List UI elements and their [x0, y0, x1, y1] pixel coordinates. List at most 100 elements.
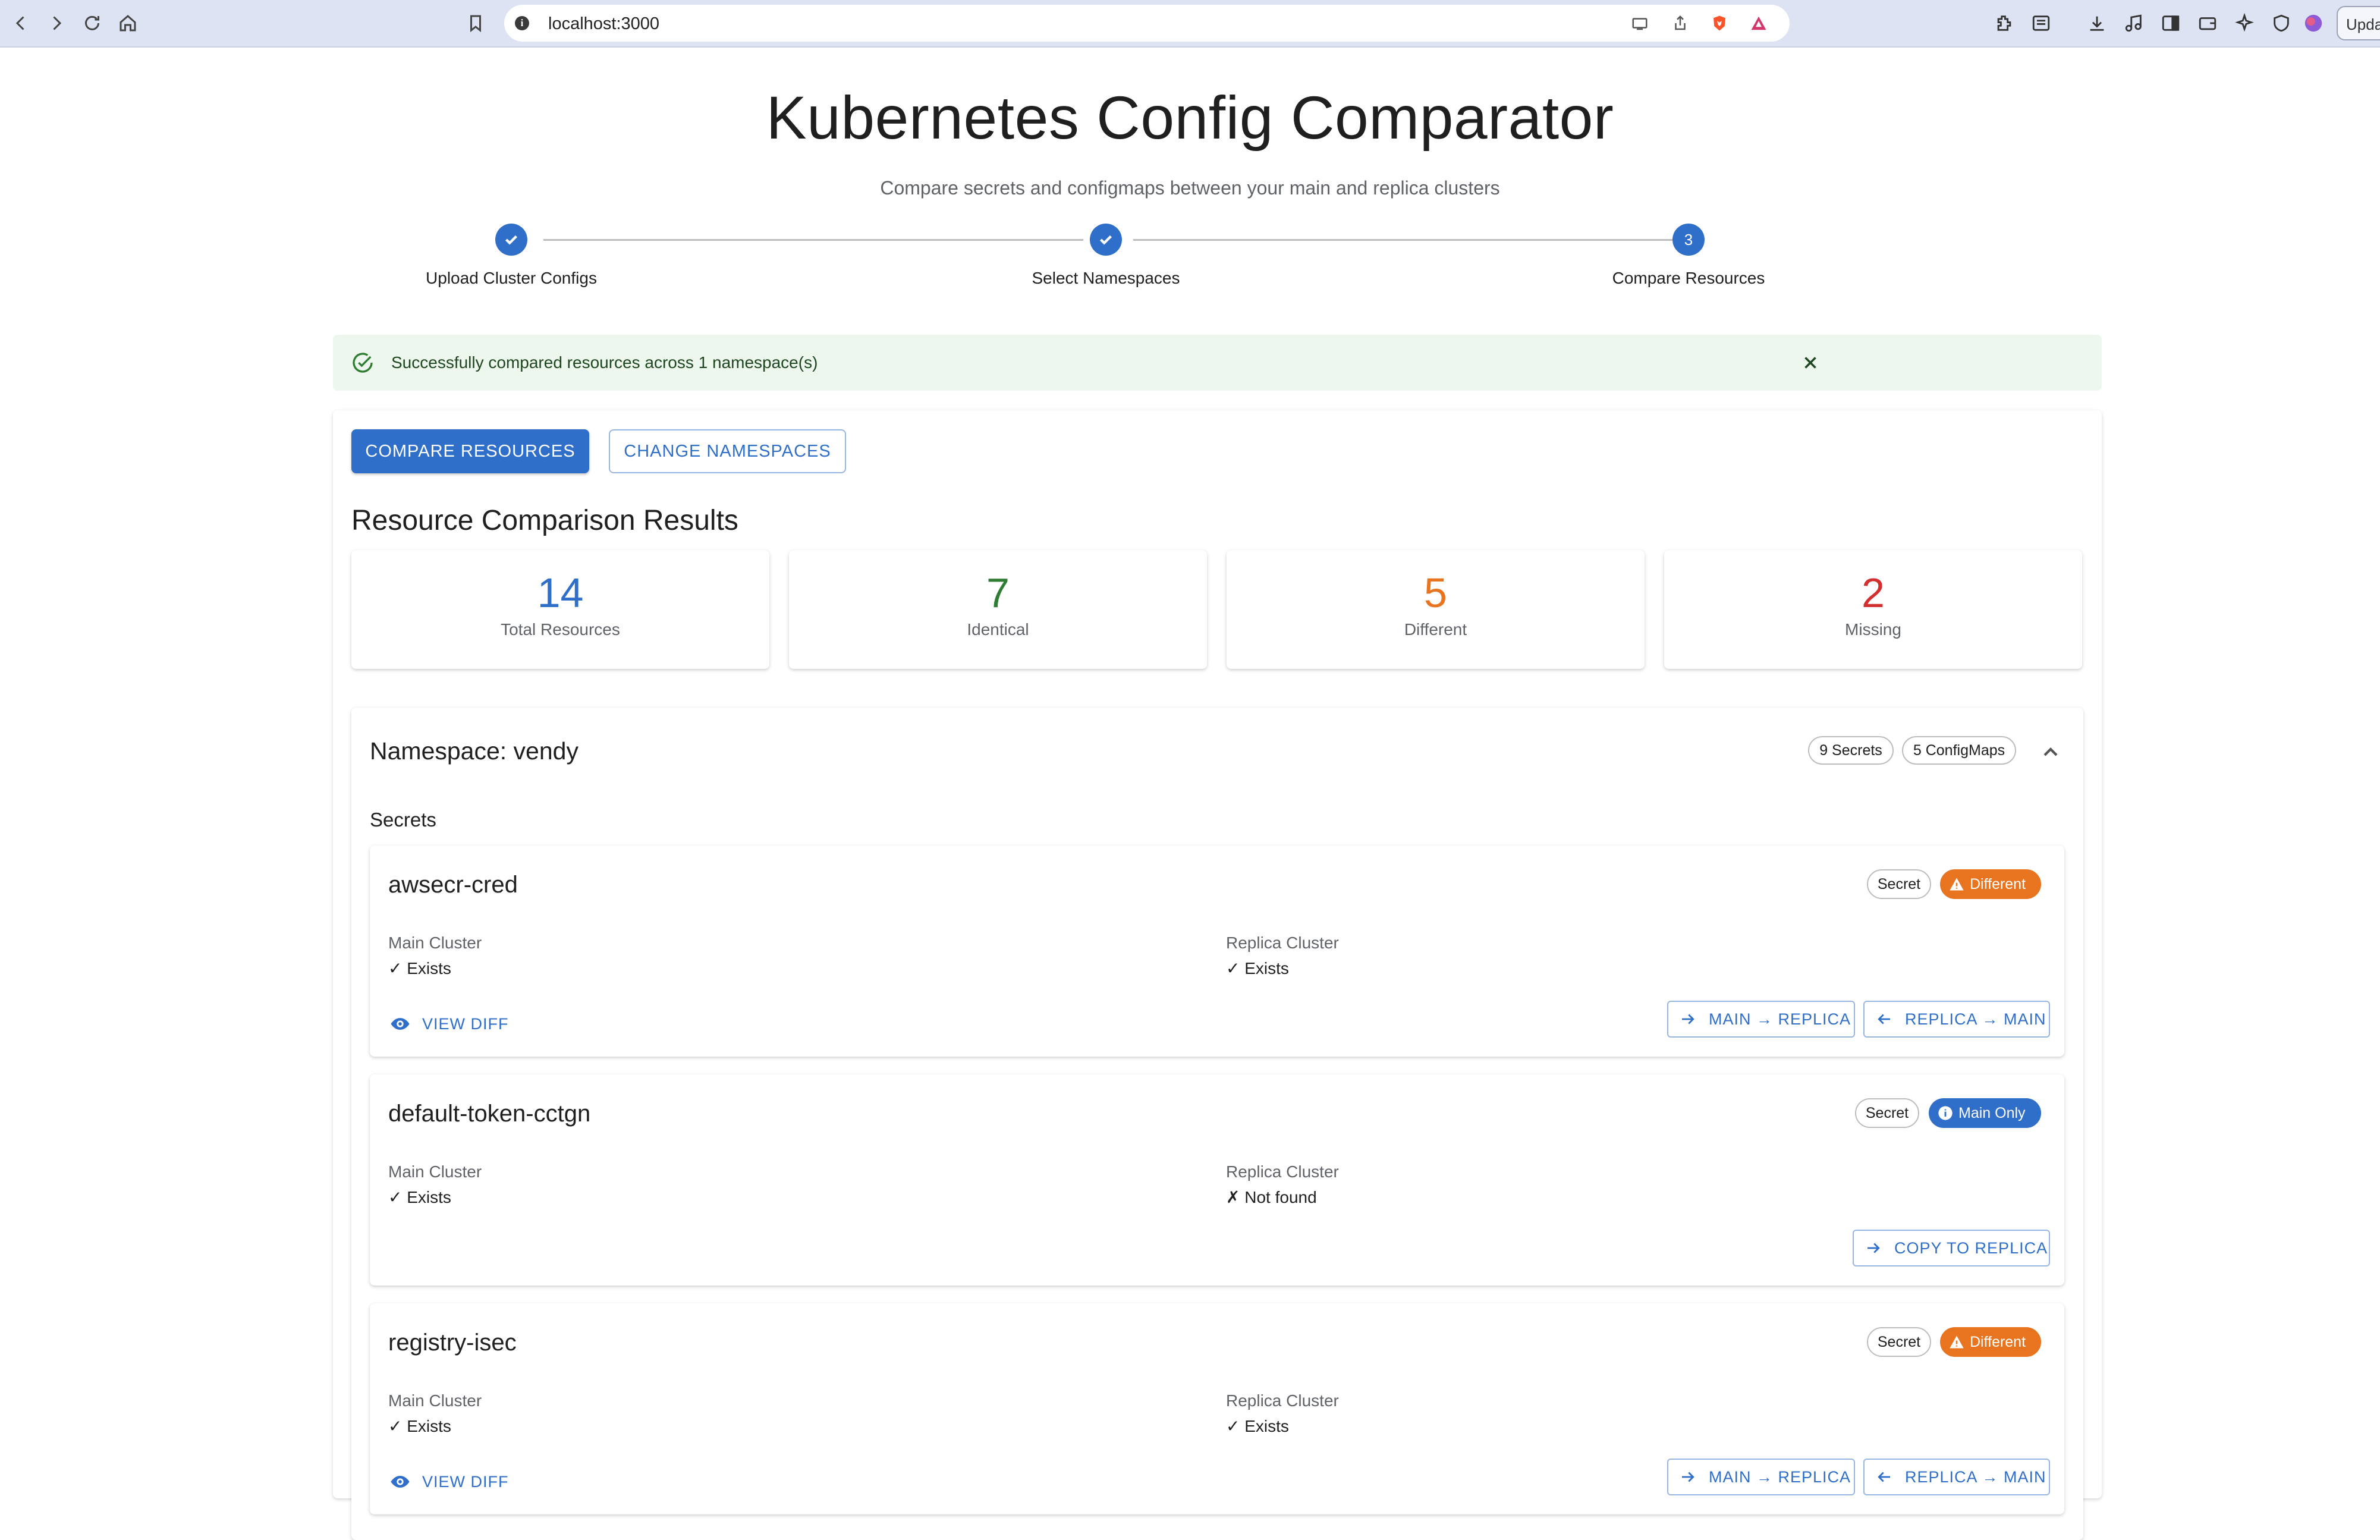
secrets-count-chip: 9 Secrets — [1808, 736, 1894, 765]
eye-icon — [391, 1018, 410, 1030]
status-text: Different — [1970, 1333, 2026, 1350]
profile-avatar[interactable] — [2301, 11, 2326, 36]
copy-main-to-replica-button[interactable]: MAIN → REPLICA — [1667, 1001, 1855, 1038]
view-diff-label: VIEW DIFF — [422, 1472, 509, 1491]
brave-shield-icon[interactable] — [1710, 14, 1729, 33]
resource-name: awsecr-cred — [388, 872, 518, 898]
results-panel: COMPARE RESOURCES CHANGE NAMESPACES Reso… — [333, 410, 2102, 1540]
status-badge: Different — [1940, 1327, 2041, 1357]
reader-mode-icon[interactable] — [2029, 11, 2054, 36]
step-complete-check-icon — [495, 224, 527, 256]
stat-value: 2 — [1862, 570, 1885, 616]
stat-identical: 7 Identical — [789, 550, 1207, 669]
bookmark-icon[interactable] — [461, 8, 491, 38]
close-icon[interactable] — [1797, 349, 1824, 376]
alert-message: Successfully compared resources across 1… — [391, 353, 818, 372]
arrow-right-icon — [1682, 1472, 1694, 1482]
replica-cluster-label: Replica Cluster — [1226, 1391, 1339, 1410]
main-cluster-label: Main Cluster — [388, 934, 482, 952]
copy-main-to-replica-button[interactable]: MAIN → REPLICA — [1667, 1459, 1855, 1495]
view-diff-button[interactable]: VIEW DIFF — [390, 1467, 509, 1497]
warning-icon — [1950, 1335, 1964, 1349]
view-diff-button[interactable]: VIEW DIFF — [390, 1009, 509, 1039]
change-namespaces-button[interactable]: CHANGE NAMESPACES — [609, 429, 846, 473]
stat-missing: 2 Missing — [1664, 550, 2082, 669]
resource-card: registry-isec Secret Different Main Clus… — [370, 1303, 2064, 1514]
extensions-icon[interactable] — [1992, 11, 2017, 36]
step-complete-check-icon — [1090, 224, 1122, 256]
button-label: MAIN → REPLICA — [1709, 1010, 1851, 1028]
copy-to-replica-button[interactable]: COPY TO REPLICA — [1853, 1230, 2050, 1266]
main-cluster-label: Main Cluster — [388, 1162, 482, 1181]
page-title: Kubernetes Config Comparator — [766, 84, 1614, 152]
resource-name: registry-isec — [388, 1330, 517, 1356]
status-text: Main Only — [1958, 1104, 2026, 1121]
wallet-icon[interactable] — [2195, 11, 2220, 36]
download-icon[interactable] — [2085, 11, 2109, 36]
update-button[interactable]: Update — [2337, 6, 2380, 40]
status-badge: Main Only — [1929, 1098, 2041, 1128]
button-label: REPLICA → MAIN — [1905, 1467, 2046, 1486]
replica-cluster-label: Replica Cluster — [1226, 934, 1339, 952]
url-text: localhost:3000 — [548, 14, 660, 33]
share-icon[interactable] — [1671, 14, 1690, 33]
main-cluster-status: ✓ Exists — [388, 959, 451, 978]
address-bar[interactable]: i localhost:3000 — [504, 5, 1790, 42]
copy-replica-to-main-button[interactable]: REPLICA → MAIN — [1863, 1459, 2050, 1495]
stepper: Upload Cluster Configs Select Namespaces… — [333, 221, 2045, 304]
button-label: REPLICA → MAIN — [1905, 1010, 2046, 1028]
status-badge: Different — [1940, 869, 2041, 899]
secrets-section-label: Secrets — [370, 809, 436, 831]
eye-icon — [391, 1476, 410, 1488]
replica-cluster-status: ✗ Not found — [1226, 1188, 1317, 1206]
cast-icon[interactable] — [1630, 14, 1649, 33]
step-number: 3 — [1672, 224, 1705, 256]
reload-icon[interactable] — [77, 8, 107, 38]
stat-different: 5 Different — [1227, 550, 1645, 669]
replica-cluster-status: ✓ Exists — [1226, 1417, 1289, 1435]
namespace-title[interactable]: Namespace: vendy — [370, 737, 579, 765]
success-check-icon — [351, 351, 375, 375]
replica-cluster-status: ✓ Exists — [1226, 959, 1289, 978]
resource-card: default-token-cctgn Secret Main Only Mai… — [370, 1074, 2064, 1286]
stat-value: 5 — [1424, 570, 1447, 616]
stat-label: Total Resources — [501, 620, 620, 639]
back-icon[interactable] — [6, 8, 36, 38]
arrow-left-icon — [1878, 1014, 1890, 1024]
arrow-right-icon — [1867, 1243, 1880, 1253]
stat-total: 14 Total Resources — [351, 550, 769, 669]
forward-icon[interactable] — [42, 8, 71, 38]
stat-value: 14 — [537, 570, 584, 616]
media-icon[interactable] — [2121, 11, 2146, 36]
main-cluster-status: ✓ Exists — [388, 1188, 451, 1206]
leo-ai-icon[interactable] — [2232, 11, 2257, 36]
site-info-icon[interactable]: i — [515, 16, 529, 30]
home-icon[interactable] — [113, 8, 143, 38]
compare-resources-button[interactable]: COMPARE RESOURCES — [351, 429, 589, 473]
stat-value: 7 — [986, 570, 1010, 616]
step-label: Compare Resources — [1612, 269, 1765, 287]
status-text: Different — [1970, 875, 2026, 892]
info-icon — [1938, 1106, 1953, 1120]
arrow-left-icon — [1878, 1472, 1890, 1482]
step-select-namespaces: Select Namespaces — [928, 221, 1284, 288]
page-subtitle: Compare secrets and configmaps between y… — [880, 177, 1500, 199]
chevron-up-icon[interactable] — [2039, 740, 2063, 764]
results-title: Resource Comparison Results — [351, 505, 738, 536]
stat-label: Different — [1404, 620, 1467, 639]
step-label: Upload Cluster Configs — [426, 269, 597, 287]
button-label: COPY TO REPLICA — [1894, 1239, 2048, 1257]
arrow-right-icon — [1682, 1014, 1694, 1024]
success-alert: Successfully compared resources across 1… — [333, 335, 2102, 391]
resource-type-chip: Secret — [1867, 1327, 1931, 1357]
sidebar-icon[interactable] — [2158, 11, 2183, 36]
step-compare-resources: 3 Compare Resources — [1510, 221, 1867, 288]
step-upload: Upload Cluster Configs — [333, 221, 690, 288]
view-diff-label: VIEW DIFF — [422, 1014, 509, 1033]
vpn-icon[interactable] — [2269, 11, 2294, 36]
main-cluster-status: ✓ Exists — [388, 1417, 451, 1435]
namespace-accordion: Namespace: vendy 9 Secrets 5 ConfigMaps … — [351, 708, 2083, 1540]
brave-rewards-icon[interactable] — [1749, 14, 1768, 33]
copy-replica-to-main-button[interactable]: REPLICA → MAIN — [1863, 1001, 2050, 1038]
browser-toolbar: i localhost:3000 Update — [0, 0, 2380, 48]
